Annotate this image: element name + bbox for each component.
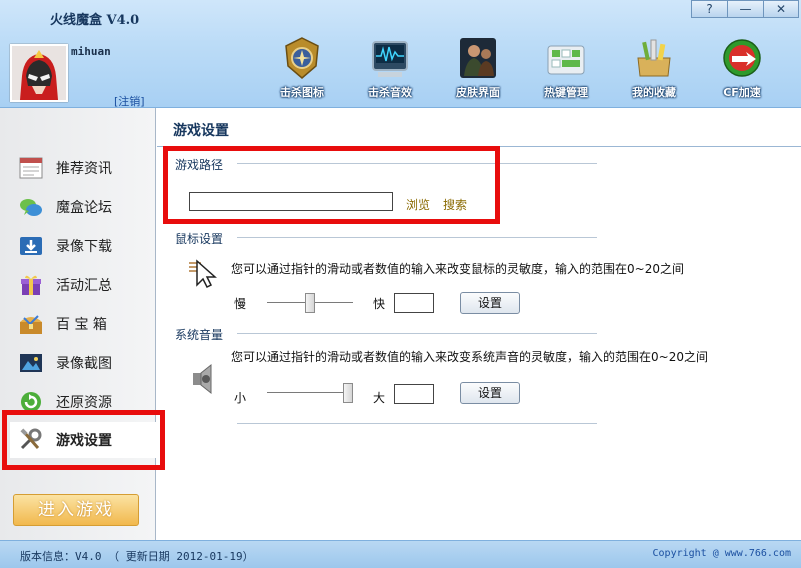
- version-info: 版本信息：V4.0 （ 更新日期 2012-01-19）: [20, 550, 254, 563]
- skin-icon: [460, 38, 496, 78]
- app-title: 火线魔盒 V4.0: [50, 13, 140, 28]
- sidebar-item-video-download[interactable]: 录像下载: [0, 228, 156, 264]
- status-bar: 版本信息：V4.0 （ 更新日期 2012-01-19） Copyright @…: [0, 540, 801, 568]
- sidebar-item-treasure-box[interactable]: 百 宝 箱: [0, 306, 156, 342]
- sidebar-item-label: 百 宝 箱: [56, 317, 107, 333]
- sidebar-item-label: 推荐资讯: [56, 161, 112, 177]
- calendar-news-icon: [19, 157, 43, 179]
- toolbar-cf-accelerate-button[interactable]: CF加速: [698, 36, 786, 102]
- enter-game-button[interactable]: 进入游戏: [13, 494, 139, 526]
- main-toolbar: 击杀图标 击杀音效 皮肤界面 热键管理 我的收藏 CF加速: [258, 36, 786, 102]
- sidebar-item-label: 活动汇总: [56, 278, 112, 294]
- slider-min-label: 小: [234, 391, 247, 405]
- cf-accelerate-icon: [723, 39, 761, 77]
- favorites-icon: [637, 39, 671, 77]
- download-icon: [20, 237, 42, 255]
- avatar-helmet-icon: [12, 46, 66, 100]
- sidebar-item-label: 录像下载: [56, 239, 112, 255]
- sidebar-item-label: 录像截图: [56, 356, 112, 372]
- treasure-box-icon: [20, 315, 42, 334]
- hotkey-icon: [547, 45, 585, 75]
- close-button[interactable]: ✕: [763, 0, 799, 18]
- mouse-pointer-icon: [189, 259, 217, 289]
- mouse-settings-group-label: 鼠标设置: [175, 232, 224, 246]
- username: mihuan: [71, 45, 111, 58]
- volume-input[interactable]: [394, 384, 434, 404]
- toolbar-label: 击杀音效: [368, 86, 412, 99]
- highlight-box-game-settings: [2, 410, 165, 470]
- divider: [237, 237, 597, 238]
- copyright-link[interactable]: Copyright @ www.766.com: [653, 548, 791, 559]
- sidebar-item-forum[interactable]: 魔盒论坛: [0, 189, 156, 225]
- toolbar-hotkey-button[interactable]: 热键管理: [522, 36, 610, 102]
- toolbar-label: 热键管理: [544, 86, 588, 99]
- sound-effect-icon: [372, 41, 408, 77]
- toolbar-label: 我的收藏: [632, 86, 676, 99]
- sidebar-item-screenshot[interactable]: 录像截图: [0, 345, 156, 381]
- toolbar-sound-effect-button[interactable]: 击杀音效: [346, 36, 434, 102]
- mouse-description: 您可以通过指针的滑动或者数值的输入来改变鼠标的灵敏度，输入的范围在0~20之间: [231, 262, 684, 276]
- slider-max-label: 大: [373, 391, 386, 405]
- volume-slider[interactable]: [267, 392, 353, 394]
- mouse-set-button[interactable]: 设置: [460, 292, 520, 314]
- toolbar-skin-button[interactable]: 皮肤界面: [434, 36, 522, 102]
- volume-group-label: 系统音量: [175, 328, 224, 342]
- help-button[interactable]: ?: [691, 0, 728, 18]
- sidebar-item-events[interactable]: 活动汇总: [0, 267, 156, 303]
- sidebar: 推荐资讯 魔盒论坛 录像下载 活动汇总 百 宝 箱 录像截图 还原资源 游戏设置…: [0, 108, 158, 540]
- logout-link[interactable]: [注销]: [114, 93, 145, 109]
- volume-description: 您可以通过指针的滑动或者数值的输入来改变系统声音的灵敏度，输入的范围在0~20之…: [231, 350, 708, 364]
- page-title: 游戏设置: [173, 123, 229, 139]
- divider: [237, 333, 597, 334]
- mouse-sensitivity-input[interactable]: [394, 293, 434, 313]
- toolbar-label: CF加速: [723, 86, 761, 99]
- highlight-box-game-path: [163, 146, 500, 224]
- toolbar-label: 皮肤界面: [456, 86, 500, 99]
- volume-slider-thumb[interactable]: [343, 383, 353, 403]
- screenshot-icon: [20, 354, 42, 372]
- sidebar-item-label: 魔盒论坛: [56, 200, 112, 216]
- mouse-slider-thumb[interactable]: [305, 293, 315, 313]
- window-controls: ? — ✕: [691, 0, 799, 18]
- divider: [237, 423, 597, 424]
- avatar[interactable]: [10, 44, 68, 102]
- toolbar-favorites-button[interactable]: 我的收藏: [610, 36, 698, 102]
- kill-icon: [285, 37, 319, 79]
- minimize-button[interactable]: —: [727, 0, 764, 18]
- gift-icon: [21, 275, 41, 295]
- sidebar-item-label: 还原资源: [56, 395, 112, 411]
- slider-max-label: 快: [373, 297, 386, 311]
- slider-min-label: 慢: [234, 297, 247, 311]
- forum-chat-icon: [20, 199, 42, 216]
- speaker-icon: [193, 363, 212, 395]
- header: 火线魔盒 V4.0 ? — ✕ mihuan [注销] 击杀图标 击杀音效 皮肤…: [0, 0, 801, 108]
- volume-set-button[interactable]: 设置: [460, 382, 520, 404]
- sidebar-item-news[interactable]: 推荐资讯: [0, 150, 156, 186]
- toolbar-kill-icon-button[interactable]: 击杀图标: [258, 36, 346, 102]
- app-window: 火线魔盒 V4.0 ? — ✕ mihuan [注销] 击杀图标 击杀音效 皮肤…: [0, 0, 801, 568]
- toolbar-label: 击杀图标: [280, 86, 324, 99]
